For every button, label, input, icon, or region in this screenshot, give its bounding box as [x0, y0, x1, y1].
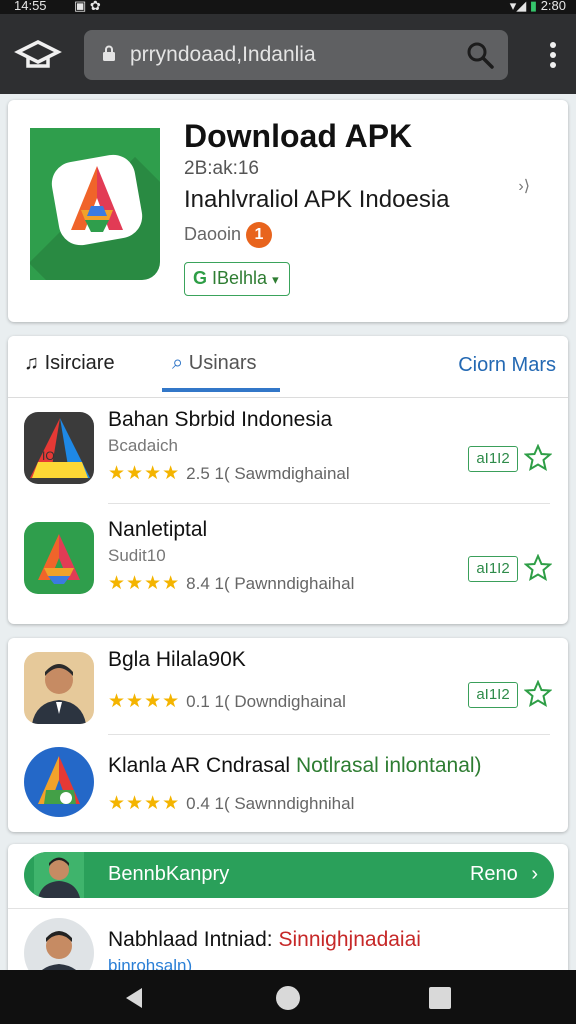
app-icon: [24, 747, 94, 817]
tab-label: Usinars: [188, 352, 257, 374]
status-bar: 14:55 ▣ ✿ ▾◢ ▮ 2:80: [0, 0, 576, 14]
star-outline-icon[interactable]: [524, 554, 552, 582]
star-outline-icon[interactable]: [524, 444, 552, 472]
app-meta-label: Daooin: [184, 224, 242, 244]
star-rating-icon: ★★★★: [108, 691, 181, 712]
music-note-icon: ♫: [24, 352, 39, 374]
avatar: [24, 652, 94, 724]
chevron-down-icon: ▾: [272, 272, 279, 287]
notification-badge: 1: [246, 222, 272, 248]
promo-action[interactable]: Reno ›: [470, 863, 538, 886]
back-icon[interactable]: [120, 984, 148, 1012]
list-item-title: Nabhlaad Intniad: Sinnighjnadaiai: [108, 928, 421, 951]
rating-text: 0.4 1( Sawnndighnihal: [186, 794, 355, 813]
page-title: Download APK: [184, 118, 413, 154]
chevron-right-icon: ›: [531, 863, 538, 885]
app-icon: IO: [24, 412, 94, 484]
rating-text: 8.4 1( Pawnndighaihal: [186, 574, 355, 593]
person-name: Bgla Hilala90K: [108, 648, 246, 671]
app-icon: [24, 522, 94, 594]
people-list-card: Bgla Hilala90K ★★★★ 0.1 1( Downdighainal …: [8, 638, 568, 832]
app-rating: ★★★★ 8.4 1( Pawnndighaihal: [108, 572, 354, 595]
tab-more[interactable]: Ciorn Mars: [458, 354, 556, 377]
svg-text:IO: IO: [42, 449, 55, 463]
g-icon: G: [193, 268, 208, 288]
list-item[interactable]: Nanletiptal Sudit10 ★★★★ 8.4 1( Pawnndigh…: [8, 508, 568, 624]
app-name: Bahan Sbrbid Indonesia: [108, 408, 333, 431]
home-icon[interactable]: [274, 984, 302, 1012]
signal-icon: ▾◢: [509, 0, 527, 13]
app-name: Nanletiptal: [108, 518, 208, 541]
tab-users[interactable]: ⌕ Usinars: [172, 352, 257, 375]
bottom-card: BennbKanpry Reno › Nabhlaad Intniad: Sin…: [8, 844, 568, 984]
person-rating: ★★★★ 0.4 1( Sawnndighnihal: [108, 792, 354, 815]
install-button[interactable]: aI1I2: [468, 446, 518, 472]
active-tab-indicator: [162, 388, 280, 392]
app-sub: Bcadaich: [108, 436, 178, 455]
divider: [8, 908, 568, 909]
star-rating-icon: ★★★★: [108, 573, 181, 594]
install-button[interactable]: aI1I2: [468, 682, 518, 708]
people-icon: ⌕: [172, 352, 184, 374]
person-name: Klanla AR Cndrasal Notlrasal inlontanal): [108, 754, 482, 777]
app-logo-icon: [30, 128, 160, 280]
tab-label: Isirciare: [44, 352, 115, 374]
system-nav-bar: [0, 970, 576, 1024]
notification-icons: ▣ ✿: [74, 0, 101, 13]
person-rating: ★★★★ 0.1 1( Downdighainal: [108, 690, 346, 713]
app-sub: Sudit10: [108, 546, 166, 565]
list-item[interactable]: IO Bahan Sbrbid Indonesia Bcadaich ★★★★ 2…: [8, 398, 568, 514]
app-version: 2B:ak:16: [184, 158, 259, 179]
promo-text: BennbKanpry: [108, 863, 230, 885]
promo-banner[interactable]: BennbKanpry Reno ›: [24, 852, 554, 898]
app-subtitle: Inahlvraliol APK Indoesia: [184, 186, 450, 213]
app-header-card: Download APK 2B:ak:16 Inahlvraliol APK I…: [8, 100, 568, 322]
rating-text: 2.5 1( Sawmdighainal: [186, 464, 350, 483]
status-right-text: 2:80: [540, 0, 566, 13]
app-list-card: ♫ Isirciare ⌕ Usinars Ciorn Mars IO Baha…: [8, 336, 568, 624]
star-rating-icon: ★★★★: [108, 463, 181, 484]
url-bar[interactable]: prryndoaad,Indanlia: [84, 30, 508, 80]
avatar: [34, 852, 84, 898]
tab-music[interactable]: ♫ Isirciare: [24, 352, 115, 375]
install-button[interactable]: aI1I2: [468, 556, 518, 582]
rating-text: 0.1 1( Downdighainal: [186, 692, 346, 711]
browser-toolbar: prryndoaad,Indanlia: [0, 14, 576, 94]
star-rating-icon: ★★★★: [108, 793, 181, 814]
battery-icon: ▮: [529, 0, 538, 13]
recents-icon[interactable]: [426, 984, 454, 1012]
list-item[interactable]: Klanla AR Cndrasal Notlrasal inlontanal)…: [8, 734, 568, 832]
app-rating: ★★★★ 2.5 1( Sawmdighainal: [108, 462, 350, 485]
share-icon[interactable]: ›⟩: [518, 176, 530, 196]
status-right: ▾◢ ▮ 2:80: [510, 0, 566, 14]
language-chip[interactable]: G IBelhla ▾: [184, 262, 290, 296]
more-vert-icon[interactable]: [548, 40, 558, 70]
search-icon[interactable]: [466, 41, 494, 69]
tab-bar: ♫ Isirciare ⌕ Usinars Ciorn Mars: [8, 336, 568, 398]
lock-icon: [103, 45, 115, 61]
divider: [108, 503, 550, 504]
chip-label: IBelhla: [212, 268, 268, 288]
status-time: 14:55: [14, 0, 47, 13]
graduation-cap-icon[interactable]: [14, 36, 62, 72]
star-outline-icon[interactable]: [524, 680, 552, 708]
url-text[interactable]: prryndoaad,Indanlia: [130, 43, 316, 67]
